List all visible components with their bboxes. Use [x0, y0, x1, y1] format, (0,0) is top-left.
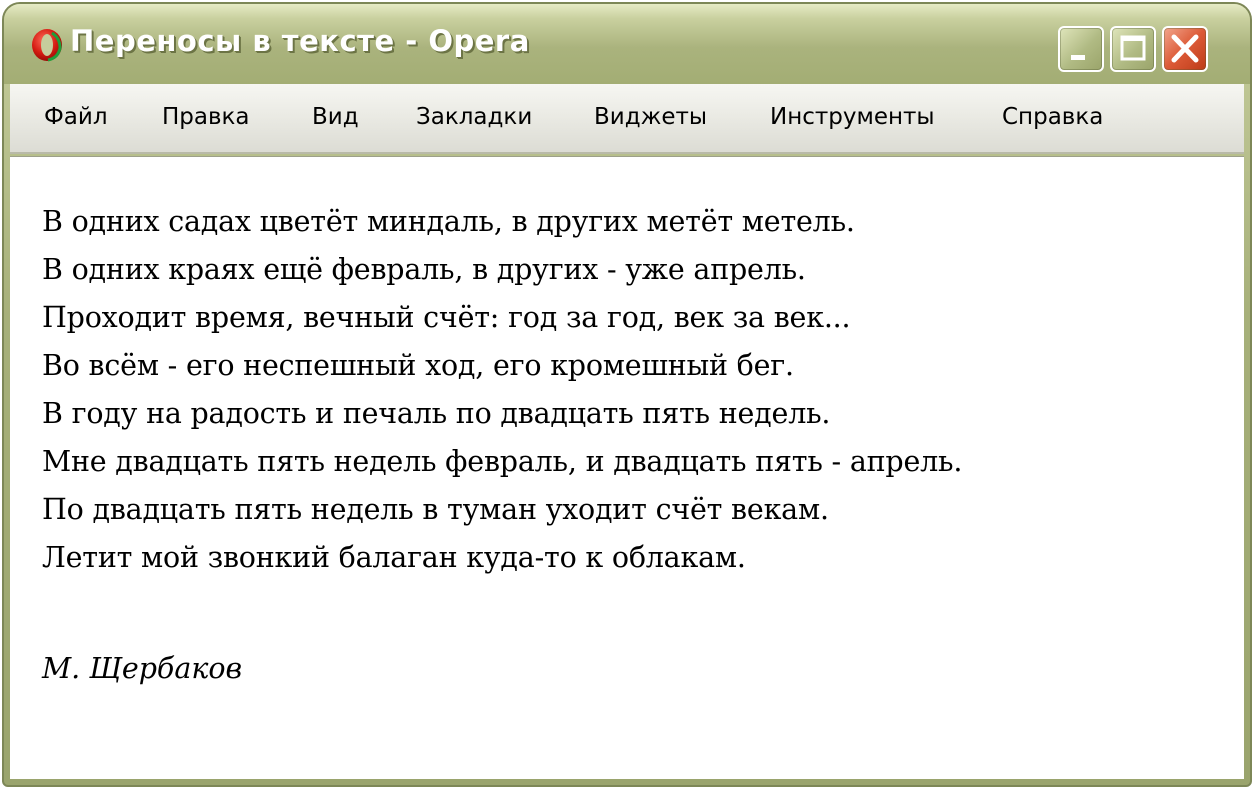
poem-line: Проходит время, вечный счёт: год за год,… [42, 301, 851, 334]
poem-line: По двадцать пять недель в туман уходит с… [42, 493, 829, 526]
page-content: В одних садах цветёт миндаль, в других м… [10, 156, 1244, 779]
minimize-icon [1071, 55, 1085, 60]
menu-item-widgets[interactable]: Виджеты [594, 104, 707, 130]
window-title: Переносы в тексте - Opera [70, 24, 530, 58]
poem-line: В одних краях ещё февраль, в других - уж… [42, 253, 806, 286]
opera-logo-icon [32, 29, 62, 62]
menu-item-edit[interactable]: Правка [162, 104, 250, 130]
poem-line: Мне двадцать пять недель февраль, и двад… [42, 445, 963, 478]
poem-line: Летит мой звонкий балаган куда-то к обла… [42, 541, 746, 574]
menu-bar: Файл Правка Вид Закладки Виджеты Инструм… [10, 84, 1244, 154]
menu-item-tools[interactable]: Инструменты [770, 104, 935, 130]
browser-window: Переносы в тексте - Opera Файл Правка Ви… [2, 2, 1252, 787]
poem-line: В одних садах цветёт миндаль, в других м… [42, 205, 855, 238]
minimize-button[interactable] [1058, 26, 1104, 72]
menu-item-help[interactable]: Справка [1002, 104, 1103, 130]
poem-author: М. Щербаков [42, 652, 243, 685]
poem-line: Во всём - его неспешный ход, его кромешн… [42, 349, 794, 382]
close-button[interactable] [1162, 26, 1208, 72]
menu-item-bookmarks[interactable]: Закладки [416, 104, 532, 130]
close-icon [1171, 34, 1199, 63]
maximize-button[interactable] [1110, 26, 1156, 72]
title-bar[interactable]: Переносы в тексте - Opera [4, 4, 1250, 84]
menu-item-view[interactable]: Вид [312, 104, 359, 130]
menu-item-file[interactable]: Файл [44, 104, 108, 130]
poem-line: В году на радость и печаль по двадцать п… [42, 397, 831, 430]
maximize-icon [1120, 35, 1146, 61]
